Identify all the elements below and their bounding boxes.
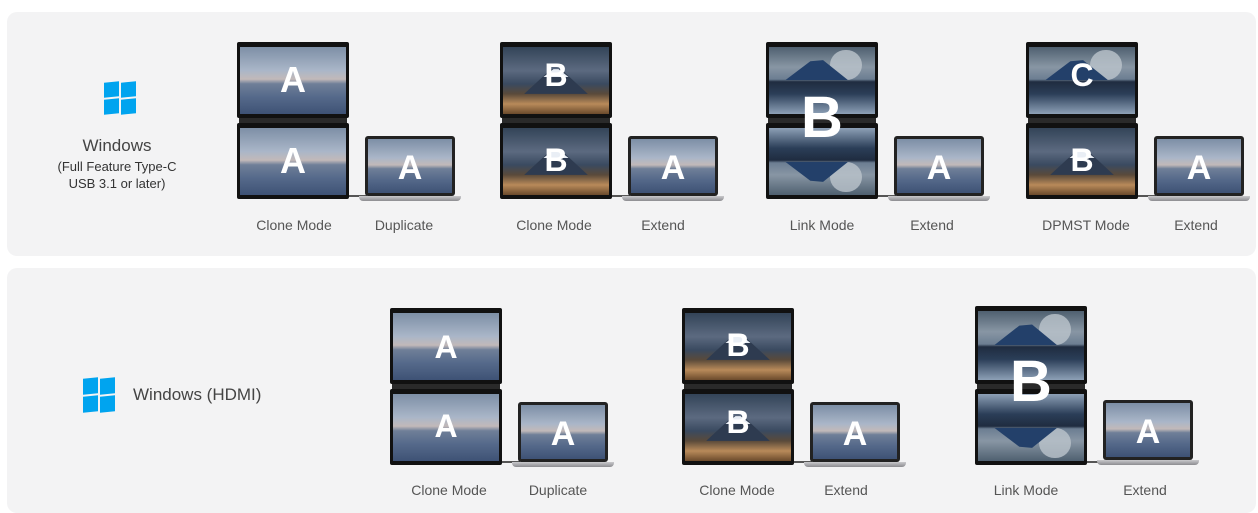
monitor-bottom: B [1026, 123, 1138, 199]
laptop-mode-caption: Extend [910, 217, 954, 233]
mode-caption: Clone Mode [516, 217, 592, 233]
os-title: Windows [82, 136, 152, 155]
mode-caption: Clone Mode [699, 482, 775, 498]
laptop-mode-caption: Duplicate [374, 217, 434, 233]
mode-caption: Link Mode [789, 217, 855, 233]
monitor-top: A [237, 42, 349, 118]
link-mode-letter: B [801, 85, 843, 150]
windows-hdmi-panel: Windows (HDMI) A A A Clone Mode Duplicat… [7, 268, 1256, 513]
monitor-top: C [1026, 42, 1138, 118]
laptop-mode-caption: Extend [641, 217, 685, 233]
monitor-top: A [390, 308, 502, 384]
laptop-mode-caption: Extend [1174, 217, 1218, 233]
laptop-mode-caption: Extend [824, 482, 868, 498]
laptop-mode-caption: Extend [1123, 482, 1167, 498]
mode-caption: Clone Mode [411, 482, 487, 498]
monitor-bottom: A [390, 389, 502, 465]
laptop-screen: A [365, 136, 455, 196]
laptop-base [888, 196, 990, 201]
laptop-base [804, 462, 906, 467]
mode-caption: DPMST Mode [1042, 217, 1130, 233]
monitor-bottom: B [500, 123, 612, 199]
mode-caption: Clone Mode [256, 217, 332, 233]
laptop-base [1148, 196, 1250, 201]
laptop-screen: A [628, 136, 718, 196]
windows-typec-panel: Windows (Full Feature Type-C USB 3.1 or … [7, 12, 1256, 256]
laptop-screen: A [1103, 400, 1193, 460]
os-subtitle-line1: (Full Feature Type-C [57, 159, 177, 174]
laptop-screen: A [810, 402, 900, 462]
laptop-mode-caption: Duplicate [528, 482, 588, 498]
os-title: Windows (HDMI) [133, 385, 262, 404]
laptop-base [1097, 460, 1199, 465]
windows-logo-icon [104, 81, 136, 115]
os-subtitle-line2: USB 3.1 or later) [68, 176, 166, 191]
laptop-base [359, 196, 461, 201]
windows-logo-icon [83, 377, 115, 413]
laptop-base [622, 196, 724, 201]
monitor-bottom: B [682, 389, 794, 465]
mode-caption: Link Mode [993, 482, 1059, 498]
laptop-screen: A [894, 136, 984, 196]
monitor-top: B [682, 308, 794, 384]
link-mode-letter: B [1010, 349, 1052, 414]
laptop-base [512, 462, 614, 467]
laptop-screen: A [518, 402, 608, 462]
laptop-screen: A [1154, 136, 1244, 196]
monitor-top: B [500, 42, 612, 118]
monitor-bottom: A [237, 123, 349, 199]
